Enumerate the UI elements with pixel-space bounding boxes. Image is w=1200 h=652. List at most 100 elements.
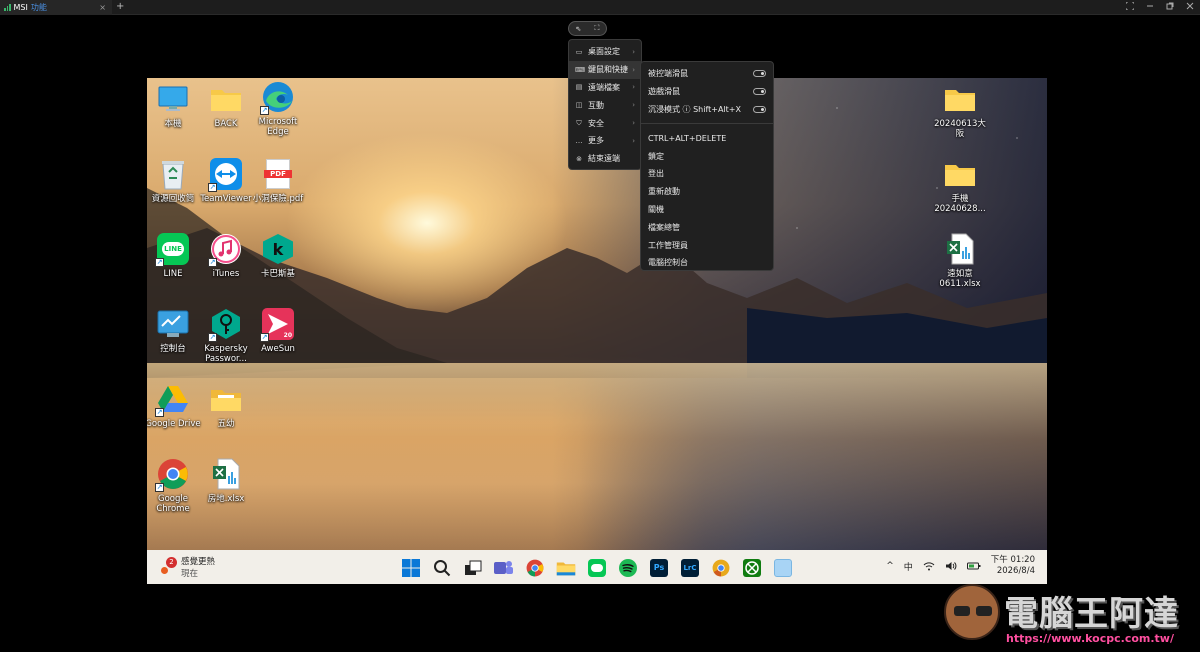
chevron-right-icon: › bbox=[632, 101, 635, 110]
desktop-icon-chrome[interactable]: ↗ Google Chrome bbox=[147, 457, 203, 514]
minimize-icon[interactable] bbox=[1146, 2, 1154, 10]
desktop-icon-pdf[interactable]: PDF 小洞保險.pdf bbox=[248, 157, 308, 204]
icon-label: Microsoft Edge bbox=[258, 117, 298, 137]
shortcut-arrow-icon: ↗ bbox=[155, 483, 164, 492]
submenu-toggle-controlled-mouse[interactable]: 被控端滑鼠 bbox=[641, 65, 773, 83]
folder-icon bbox=[945, 165, 975, 186]
chevron-right-icon: › bbox=[632, 83, 635, 92]
icon-label: 遠如意 0611.xlsx bbox=[939, 269, 981, 289]
menu-item-remote-files[interactable]: ▤ 遠端檔案 › bbox=[569, 79, 641, 97]
toggle-switch[interactable] bbox=[753, 105, 766, 113]
folder-icon bbox=[556, 562, 576, 576]
desktop-icon-folder-phone[interactable]: 手機 20240628... bbox=[930, 157, 990, 214]
desktop-icon-this-pc[interactable]: 本機 bbox=[147, 82, 203, 129]
folder-icon bbox=[211, 90, 241, 111]
excel-file-icon bbox=[213, 458, 240, 490]
volume-icon[interactable] bbox=[945, 561, 957, 571]
submenu-toggle-immersive-mode[interactable]: 沉浸模式 ⓘ Shift+Alt+X bbox=[641, 101, 773, 119]
desktop-icon-xlsx[interactable]: 房地.xlsx bbox=[196, 457, 256, 504]
desktop-icon-kaspersky-password[interactable]: ↗ Kaspersky Passwor... bbox=[196, 307, 256, 364]
icon-label: 手機 20240628... bbox=[934, 194, 986, 214]
menu-item-desktop-settings[interactable]: ▭ 桌面設定 › bbox=[569, 43, 641, 61]
start-button[interactable] bbox=[400, 557, 422, 579]
desktop-icon-xlsx-right[interactable]: 遠如意 0611.xlsx bbox=[930, 232, 990, 289]
tab-msi[interactable]: MSI 功能 × bbox=[0, 0, 112, 15]
menu-item-keyboard-mouse[interactable]: ⌨ 鍵鼠和快捷 › bbox=[569, 60, 641, 79]
watermark-title: 電腦王阿達 bbox=[1004, 594, 1179, 634]
xbox-button[interactable] bbox=[741, 557, 763, 579]
lightroom-button[interactable]: LrC bbox=[679, 557, 701, 579]
teams-button[interactable] bbox=[493, 557, 515, 579]
desktop-icon-folder-wuyou[interactable]: 五幼 bbox=[196, 382, 256, 429]
submenu-shutdown[interactable]: 關機 bbox=[641, 201, 773, 219]
icon-label: Google Chrome bbox=[156, 494, 190, 514]
menu-item-more[interactable]: … 更多 › bbox=[569, 132, 641, 150]
new-tab-button[interactable]: + bbox=[116, 1, 124, 12]
submenu-file-explorer[interactable]: 檔案總管 bbox=[641, 218, 773, 236]
menu-item-end-remote[interactable]: ⊗ 結束遠端 bbox=[569, 150, 641, 168]
line-taskbar-button[interactable] bbox=[586, 557, 608, 579]
chrome-canary-button[interactable] bbox=[710, 557, 732, 579]
thermometer-icon: 2 bbox=[159, 557, 177, 575]
toggle-switch[interactable] bbox=[753, 70, 766, 77]
restore-icon[interactable] bbox=[1166, 2, 1174, 10]
battery-icon[interactable] bbox=[966, 561, 981, 571]
mascot-avatar bbox=[944, 584, 1000, 640]
taskbar-clock[interactable]: 下午 01:20 2026/8/4 bbox=[991, 555, 1035, 577]
search-button[interactable] bbox=[431, 557, 453, 579]
desktop-icon-awesun[interactable]: 20 ↗ AweSun bbox=[248, 307, 308, 354]
weather-widget[interactable]: 2 感覺更熱 現在 bbox=[159, 555, 215, 579]
desktop-icon-folder-osaka[interactable]: 20240613大阪 bbox=[930, 82, 990, 139]
desktop-icon-line[interactable]: LINE ↗ LINE bbox=[147, 232, 203, 279]
submenu-restart[interactable]: 重新啟動 bbox=[641, 183, 773, 201]
submenu-task-manager[interactable]: 工作管理員 bbox=[641, 236, 773, 254]
desktop-icon-teamviewer[interactable]: ↗ TeamViewer bbox=[196, 157, 256, 204]
shortcut-arrow-icon: ↗ bbox=[260, 106, 269, 115]
menu-item-security[interactable]: ⛉ 安全 › bbox=[569, 114, 641, 132]
close-icon[interactable] bbox=[1186, 2, 1194, 10]
submenu-toggle-game-mouse[interactable]: 遊戲滑鼠 bbox=[641, 83, 773, 101]
ime-indicator[interactable]: 中 bbox=[904, 560, 913, 573]
keyboard-icon: ⌨ bbox=[575, 65, 586, 74]
fullscreen-icon[interactable] bbox=[1126, 2, 1134, 10]
desktop-icon-back[interactable]: BACK bbox=[196, 82, 256, 129]
chevron-right-icon: › bbox=[632, 119, 635, 128]
task-view-button[interactable] bbox=[462, 557, 484, 579]
chrome-taskbar-button[interactable] bbox=[524, 557, 546, 579]
icon-label: 卡巴斯基 bbox=[260, 269, 295, 279]
tab-close-icon[interactable]: × bbox=[99, 3, 106, 12]
photoshop-button[interactable]: Ps bbox=[648, 557, 670, 579]
desktop-icon-recycle-bin[interactable]: 資源回收筒 bbox=[147, 157, 203, 204]
tray-chevron-icon[interactable]: ^ bbox=[886, 561, 894, 571]
title-bar: MSI 功能 × + bbox=[0, 0, 1200, 15]
desktop-icon-google-drive[interactable]: ↗ Google Drive bbox=[147, 382, 203, 429]
submenu-lock[interactable]: 鎖定 bbox=[641, 147, 773, 165]
pointer-icon[interactable]: ⇖ bbox=[576, 25, 582, 33]
spotify-button[interactable] bbox=[617, 557, 639, 579]
shortcut-arrow-icon: ↗ bbox=[155, 258, 164, 267]
fullscreen-icon[interactable]: ⛶ bbox=[595, 24, 600, 33]
wifi-icon[interactable] bbox=[923, 561, 935, 571]
submenu-sign-out[interactable]: 登出 bbox=[641, 165, 773, 183]
remote-main-menu: ▭ 桌面設定 › ⌨ 鍵鼠和快捷 › ▤ 遠端檔案 › ◫ 互動 › ⛉ 安全 › … 更多 › ⊗ 結束… bbox=[568, 39, 642, 170]
monitor-icon bbox=[158, 86, 188, 111]
menu-item-interaction[interactable]: ◫ 互動 › bbox=[569, 96, 641, 114]
submenu-label: 鎖定 bbox=[648, 151, 664, 161]
menu-item-label: 鍵鼠和快捷 bbox=[588, 65, 628, 75]
toggle-switch[interactable] bbox=[753, 87, 766, 95]
remote-app-button[interactable] bbox=[772, 557, 794, 579]
desktop-icon-kaspersky[interactable]: k 卡巴斯基 bbox=[248, 232, 308, 279]
menu-divider bbox=[641, 123, 773, 125]
file-explorer-button[interactable] bbox=[555, 557, 577, 579]
desktop-icon-itunes[interactable]: ↗ iTunes bbox=[196, 232, 256, 279]
icon-label: 本機 bbox=[164, 119, 182, 129]
interaction-icon: ◫ bbox=[575, 101, 583, 110]
desktop-icon-control-panel[interactable]: 控制台 bbox=[147, 307, 203, 354]
submenu-ctrl-alt-delete[interactable]: CTRL+ALT+DELETE bbox=[641, 129, 773, 147]
icon-label: 控制台 bbox=[160, 344, 186, 354]
line-glyph: LINE bbox=[162, 242, 184, 256]
submenu-control-panel[interactable]: 電腦控制台 bbox=[641, 254, 773, 272]
desktop-icon-edge[interactable]: ↗ Microsoft Edge bbox=[248, 80, 308, 137]
window-controls bbox=[1126, 2, 1194, 10]
taskbar-apps: Ps LrC bbox=[400, 557, 794, 579]
